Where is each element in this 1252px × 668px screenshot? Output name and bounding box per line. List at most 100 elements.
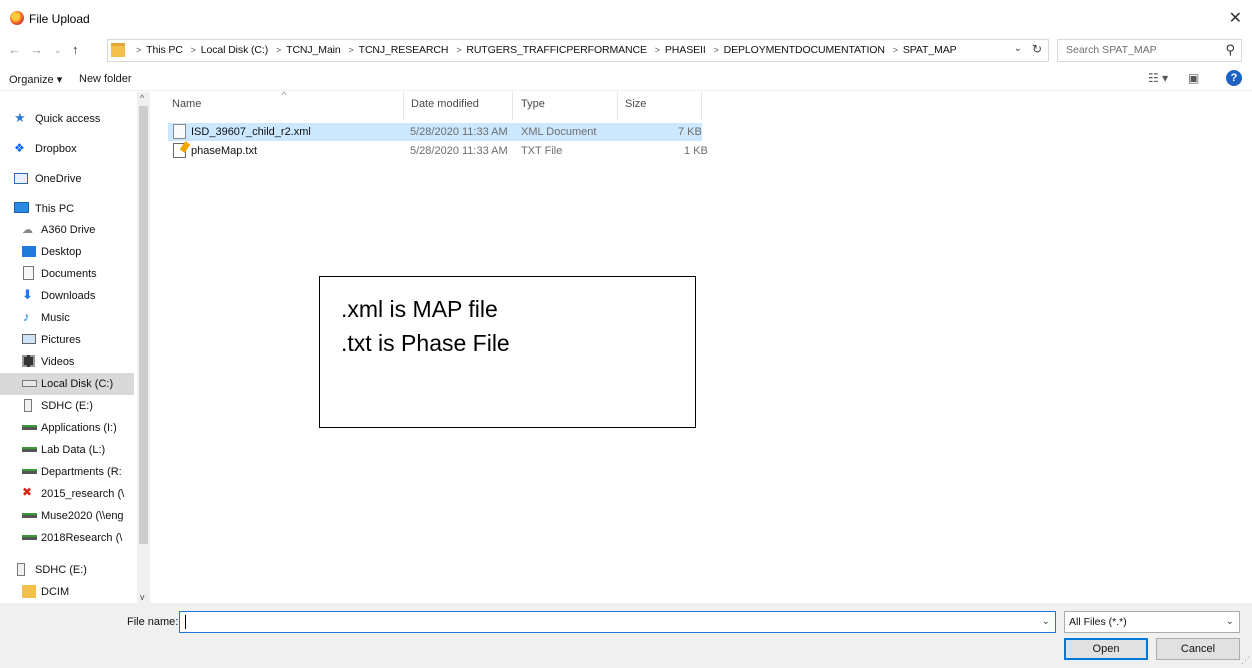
nav-item-a360-drive[interactable]: ☁ A360 Drive	[0, 219, 134, 241]
sort-ascending-icon: ^	[282, 90, 287, 100]
nav-item-downloads[interactable]: ⬇ Downloads	[0, 285, 134, 307]
callout-line: .xml is MAP file	[341, 296, 498, 322]
xml-file-icon	[173, 124, 186, 139]
drive-icon	[22, 380, 37, 387]
search-input[interactable]: Search SPAT_MAP ⚲	[1057, 39, 1242, 62]
breadcrumb-item[interactable]: PHASEII	[665, 44, 706, 56]
nav-item-2015-research[interactable]: ✖ 2015_research (\	[0, 483, 134, 505]
scroll-down-icon[interactable]: v	[140, 592, 145, 602]
nav-item-sdhc-e-2[interactable]: SDHC (E:)	[0, 559, 134, 581]
music-note-icon: ♪	[23, 309, 30, 324]
recent-locations-chevron-icon[interactable]: ⌄	[54, 45, 62, 56]
nav-item-label: Lab Data (L:)	[41, 444, 106, 456]
resize-grip-icon[interactable]: ⋰	[1241, 655, 1250, 666]
help-icon[interactable]: ?	[1226, 70, 1242, 86]
up-arrow-icon[interactable]: ↑	[72, 42, 79, 57]
breadcrumb-item[interactable]: SPAT_MAP	[903, 44, 957, 56]
callout-line: .txt is Phase File	[341, 330, 510, 356]
file-date: 5/28/2020 11:33 AM	[410, 145, 508, 157]
file-date: 5/28/2020 11:33 AM	[410, 126, 508, 138]
file-row[interactable]: phaseMap.txt 5/28/2020 11:33 AM TXT File…	[168, 142, 708, 160]
address-row: ← → ⌄ ↑ > This PC > Local Disk (C:) > TCNJ_…	[0, 38, 1252, 64]
nav-item-muse2020[interactable]: Muse2020 (\\eng	[0, 505, 134, 527]
preview-pane-icon[interactable]: ▣	[1188, 71, 1199, 85]
open-button[interactable]: Open	[1064, 638, 1148, 660]
column-header-size[interactable]: Size	[625, 98, 646, 110]
cloud-drive-icon: ☁	[22, 224, 33, 236]
new-folder-button[interactable]: New folder	[79, 73, 132, 85]
file-type-select[interactable]: All Files (*.*) ⌄	[1064, 611, 1240, 633]
nav-item-label: Departments (R:	[41, 466, 122, 478]
bottom-panel: File name: ⌄ All Files (*.*) ⌄ Open Canc…	[0, 603, 1252, 668]
nav-scrollbar[interactable]: ^ v	[137, 92, 150, 603]
file-name-input[interactable]: ⌄	[179, 611, 1056, 633]
network-drive-icon	[22, 513, 37, 518]
nav-item-dcim[interactable]: DCIM	[0, 581, 134, 603]
sd-card-icon	[24, 399, 32, 412]
view-options-icon[interactable]: ☷ ▾	[1148, 71, 1168, 85]
nav-item-music[interactable]: ♪ Music	[0, 307, 134, 329]
nav-item-departments[interactable]: Departments (R:	[0, 461, 134, 483]
chevron-down-icon[interactable]: ⌄	[1226, 616, 1234, 627]
back-arrow-icon[interactable]: ←	[8, 42, 21, 57]
scroll-up-icon[interactable]: ^	[140, 93, 144, 103]
organize-button[interactable]: Organize ▾	[9, 73, 62, 86]
address-dropdown-chevron-icon[interactable]: ⌄	[1014, 43, 1022, 54]
nav-item-label: SDHC (E:)	[35, 564, 87, 576]
nav-item-onedrive[interactable]: OneDrive	[0, 168, 134, 190]
breadcrumb-item[interactable]: DEPLOYMENTDOCUMENTATION	[724, 44, 885, 56]
column-divider[interactable]	[403, 92, 404, 120]
nav-item-documents[interactable]: Documents	[0, 263, 134, 285]
scrollbar-thumb[interactable]	[139, 106, 148, 544]
column-divider[interactable]	[512, 92, 513, 120]
nav-item-videos[interactable]: Videos	[0, 351, 134, 373]
breadcrumb-item[interactable]: RUTGERS_TRAFFICPERFORMANCE	[466, 44, 647, 56]
column-divider[interactable]	[617, 92, 618, 120]
address-bar[interactable]: > This PC > Local Disk (C:) > TCNJ_Main > TC…	[107, 39, 1049, 62]
network-drive-icon	[22, 447, 37, 452]
nav-item-label: 2018Research (\	[41, 532, 123, 544]
column-header-type[interactable]: Type	[521, 98, 545, 110]
column-header-date[interactable]: Date modified	[411, 98, 479, 110]
column-header-name[interactable]: Name	[172, 98, 201, 110]
nav-item-pictures[interactable]: Pictures	[0, 329, 134, 351]
nav-item-2018research[interactable]: 2018Research (\	[0, 527, 134, 549]
breadcrumb-item[interactable]: This PC	[146, 44, 183, 56]
nav-item-dropbox[interactable]: ❖ Dropbox	[0, 138, 134, 160]
nav-item-local-disk-c[interactable]: Local Disk (C:)	[0, 373, 134, 395]
forward-arrow-icon[interactable]: →	[30, 42, 43, 57]
nav-item-sdhc-e[interactable]: SDHC (E:)	[0, 395, 134, 417]
nav-item-desktop[interactable]: Desktop	[0, 241, 134, 263]
cancel-button[interactable]: Cancel	[1156, 638, 1240, 660]
nav-item-this-pc[interactable]: This PC	[0, 198, 134, 220]
file-type-value: All Files (*.*)	[1069, 616, 1127, 628]
chevron-down-icon[interactable]: ⌄	[1042, 616, 1050, 627]
dropbox-icon: ❖	[14, 141, 25, 155]
breadcrumb-item[interactable]: TCNJ_RESEARCH	[359, 44, 449, 56]
breadcrumb[interactable]: > This PC > Local Disk (C:) > TCNJ_Main > TC…	[131, 44, 957, 56]
title-bar: File Upload ✕	[0, 0, 1252, 36]
firefox-icon	[10, 11, 24, 25]
column-divider[interactable]	[701, 92, 702, 120]
file-row[interactable]: ISD_39607_child_r2.xml 5/28/2020 11:33 A…	[168, 123, 702, 141]
nav-item-label: DCIM	[41, 586, 70, 598]
network-drive-icon	[22, 425, 37, 430]
nav-item-label: SDHC (E:)	[41, 400, 93, 412]
disconnected-drive-icon: ✖	[22, 485, 33, 499]
file-name: ISD_39607_child_r2.xml	[191, 126, 311, 138]
refresh-icon[interactable]: ↻	[1032, 42, 1042, 56]
network-drive-icon	[22, 535, 37, 540]
search-icon[interactable]: ⚲	[1225, 42, 1235, 58]
desktop-icon	[22, 246, 36, 257]
breadcrumb-item[interactable]: TCNJ_Main	[286, 44, 341, 56]
download-arrow-icon: ⬇	[22, 287, 33, 302]
annotation-callout: .xml is MAP file .txt is Phase File	[319, 276, 696, 428]
close-icon[interactable]: ✕	[1229, 8, 1242, 28]
nav-item-applications[interactable]: Applications (I:)	[0, 417, 134, 439]
breadcrumb-item[interactable]: Local Disk (C:)	[201, 44, 268, 56]
nav-item-quick-access[interactable]: ★ Quick access	[0, 108, 134, 130]
nav-item-lab-data[interactable]: Lab Data (L:)	[0, 439, 134, 461]
file-name-label: File name:	[127, 616, 179, 628]
nav-item-label: Muse2020 (\\eng	[41, 510, 124, 522]
nav-item-label: Videos	[41, 356, 75, 368]
